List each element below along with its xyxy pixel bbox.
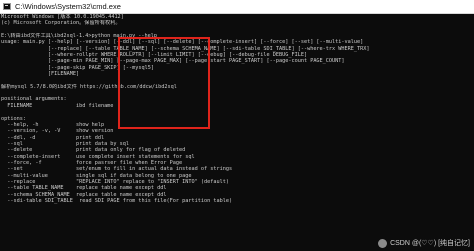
console-output[interactable]: Microsoft Windows [版本 10.0.19045.4412] (… (0, 14, 474, 251)
window-titlebar[interactable]: C:\Windows\System32\cmd.exe (0, 0, 474, 14)
watermark-text: CSDN @(♡♡) [纯自记忆] (390, 240, 470, 247)
author-avatar-icon (378, 238, 388, 248)
watermark: CSDN @(♡♡) [纯自记忆] (378, 238, 470, 248)
cmd-icon (3, 3, 11, 10)
window-title: C:\Windows\System32\cmd.exe (15, 2, 121, 11)
